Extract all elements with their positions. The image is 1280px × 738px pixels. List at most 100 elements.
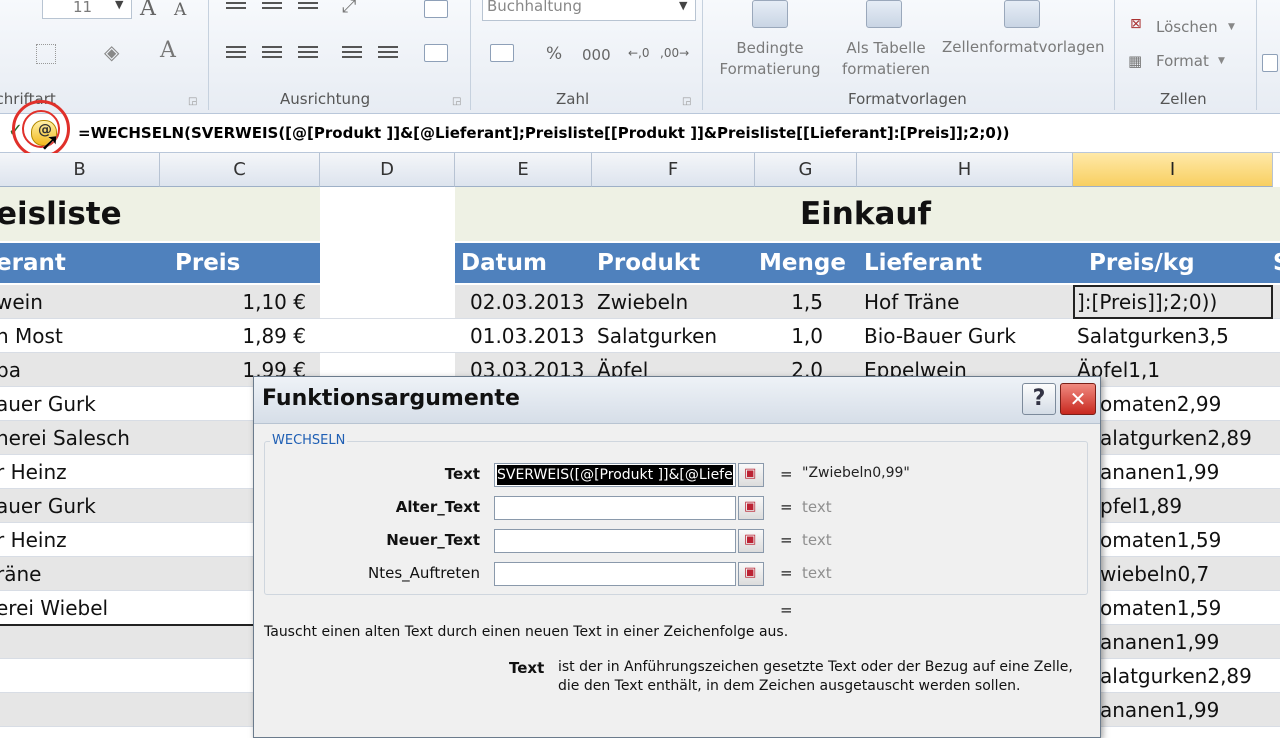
cell-preis-kg[interactable]: ananen1,99 <box>1100 455 1273 489</box>
align-left-icon[interactable] <box>226 46 246 60</box>
header-menge[interactable]: Menge <box>759 243 846 283</box>
currency-format-icon[interactable] <box>490 44 514 62</box>
cell-datum[interactable]: 02.03.2013 <box>470 285 592 319</box>
borders-icon[interactable] <box>36 44 56 64</box>
format-button[interactable]: Format <box>1156 52 1209 70</box>
grow-font-icon[interactable]: A <box>140 0 156 21</box>
cell-lieferant[interactable]: r Heinz <box>0 455 156 489</box>
align-center-icon[interactable] <box>262 46 282 60</box>
cell-styles-icon[interactable] <box>1004 0 1040 28</box>
fill-color-icon[interactable]: ◈ <box>104 40 119 64</box>
argument-input-alter-text[interactable] <box>494 496 736 520</box>
cell-styles-button[interactable]: Zellenformatvorlagen <box>942 38 1104 56</box>
help-button[interactable]: ? <box>1022 383 1056 415</box>
cell-preis-kg[interactable]: alatgurken2,89 <box>1100 421 1273 455</box>
cell-lieferant[interactable]: erei Wiebel <box>0 591 156 625</box>
wrap-text-icon[interactable] <box>424 0 448 18</box>
cell-lieferant[interactable]: ba <box>0 353 156 387</box>
active-cell[interactable] <box>1073 285 1273 319</box>
cell-menge[interactable]: 1,0 <box>755 319 823 353</box>
decrease-indent-icon[interactable] <box>342 46 362 60</box>
decrease-decimal-button[interactable]: ,00→ <box>660 46 689 60</box>
column-header-i[interactable]: I <box>1073 153 1273 187</box>
cell-lieferant[interactable]: Hof Träne <box>864 285 1073 319</box>
cell-preis-kg[interactable]: ananen1,99 <box>1100 625 1273 659</box>
collapse-dialog-button[interactable]: ▣ <box>738 496 764 520</box>
align-top-icon[interactable] <box>226 2 246 12</box>
sort-filter-icon[interactable] <box>1262 54 1278 72</box>
close-button[interactable]: ✕ <box>1060 383 1096 415</box>
align-middle-icon[interactable] <box>262 2 282 12</box>
column-header-d[interactable]: D <box>320 153 455 187</box>
cell-preis-kg[interactable]: wiebeln0,7 <box>1100 557 1273 591</box>
header-preis-kg[interactable]: Preis/kg <box>1089 243 1195 283</box>
column-header-c[interactable]: C <box>160 153 320 187</box>
dialog-title-bar[interactable]: Funktionsargumente ? ✕ <box>254 377 1100 424</box>
format-as-table-button[interactable]: Als Tabelle formatieren <box>830 38 942 80</box>
dialog-launcher-icon[interactable]: ◲ <box>452 96 461 107</box>
cell-preis[interactable]: 1,10 € <box>160 285 306 319</box>
cell-preis-kg[interactable]: omaten1,59 <box>1100 523 1273 557</box>
format-as-table-icon[interactable] <box>866 0 902 28</box>
header-datum[interactable]: Datum <box>461 243 547 283</box>
argument-input-ntes-auftreten[interactable] <box>494 562 736 586</box>
dialog-launcher-icon[interactable]: ◲ <box>682 96 691 107</box>
collapse-dialog-button[interactable]: ▣ <box>738 562 764 586</box>
cell-preis-kg[interactable]: omaten2,99 <box>1100 387 1273 421</box>
cell-lieferant[interactable]: auer Gurk <box>0 489 156 523</box>
orientation-icon[interactable]: ⤢ <box>342 0 356 17</box>
conditional-format-icon[interactable] <box>752 0 788 28</box>
cell-preis-kg[interactable]: Salatgurken3,5 <box>1077 319 1273 353</box>
header-preis[interactable]: Preis <box>175 243 240 283</box>
cell-produkt[interactable]: Zwiebeln <box>597 285 755 319</box>
argument-input-neuer-text[interactable] <box>494 529 736 553</box>
function-description: Tauscht einen alten Text durch einen neu… <box>264 624 789 640</box>
align-bottom-icon[interactable] <box>298 2 318 12</box>
merge-center-icon[interactable] <box>424 44 448 62</box>
cell-preis-kg[interactable]: Äpfel1,1 <box>1077 353 1273 387</box>
close-icon: ✕ <box>1069 387 1087 411</box>
cell-lieferant[interactable]: räne <box>0 557 156 591</box>
column-header-g[interactable]: G <box>755 153 857 187</box>
increase-decimal-button[interactable]: ←,0 <box>628 46 650 60</box>
header-lieferant[interactable]: erant <box>0 243 66 283</box>
header-summe[interactable]: S <box>1273 243 1280 283</box>
increase-indent-icon[interactable] <box>378 46 398 60</box>
cell-preis[interactable]: 1,89 € <box>160 319 306 353</box>
dialog-launcher-icon[interactable]: ◲ <box>188 96 197 107</box>
font-size-combo[interactable]: 11 ▼ <box>42 0 132 19</box>
cell-lieferant[interactable]: r Heinz <box>0 523 156 557</box>
column-header-f[interactable]: F <box>592 153 755 187</box>
column-header-e[interactable]: E <box>455 153 592 187</box>
cell-lieferant[interactable]: auer Gurk <box>0 387 156 421</box>
delete-button[interactable]: Löschen <box>1156 18 1218 36</box>
shrink-font-icon[interactable]: A <box>174 0 186 20</box>
cell-produkt[interactable]: Salatgurken <box>597 319 755 353</box>
header-lieferant[interactable]: Lieferant <box>864 243 982 283</box>
percent-button[interactable]: % <box>546 44 562 64</box>
formula-text[interactable]: =WECHSELN(SVERWEIS([@[Produkt ]]&[@Liefe… <box>78 124 1009 142</box>
cell-lieferant[interactable]: Bio-Bauer Gurk <box>864 319 1073 353</box>
column-header-b[interactable]: B <box>0 153 160 187</box>
thousands-button[interactable]: 000 <box>582 46 611 64</box>
column-header-h[interactable]: H <box>857 153 1073 187</box>
collapse-dialog-button[interactable]: ▣ <box>738 529 764 553</box>
conditional-format-button[interactable]: Bedingte Formatierung <box>708 38 832 80</box>
argument-input-text[interactable]: SVERWEIS([@[Produkt ]]&[@Liefe <box>494 463 736 487</box>
cell-preis-kg[interactable]: alatgurken2,89 <box>1100 659 1273 693</box>
empty-cell[interactable] <box>320 285 455 318</box>
cell-datum[interactable]: 01.03.2013 <box>470 319 592 353</box>
header-produkt[interactable]: Produkt <box>597 243 700 283</box>
cell-lieferant[interactable]: n Most <box>0 319 156 353</box>
cell-preis-kg[interactable]: ananen1,99 <box>1100 693 1273 727</box>
cell-lieferant[interactable]: nerei Salesch <box>0 421 156 455</box>
empty-cell[interactable] <box>320 319 455 352</box>
collapse-dialog-button[interactable]: ▣ <box>738 463 764 487</box>
number-format-combo[interactable]: Buchhaltung ▼ <box>482 0 696 21</box>
align-right-icon[interactable] <box>298 46 318 60</box>
cell-preis-kg[interactable]: pfel1,89 <box>1100 489 1273 523</box>
cell-preis-kg[interactable]: omaten1,59 <box>1100 591 1273 625</box>
cell-lieferant[interactable]: wein <box>0 285 156 319</box>
cell-menge[interactable]: 1,5 <box>755 285 823 319</box>
font-color-icon[interactable]: A <box>160 38 176 63</box>
